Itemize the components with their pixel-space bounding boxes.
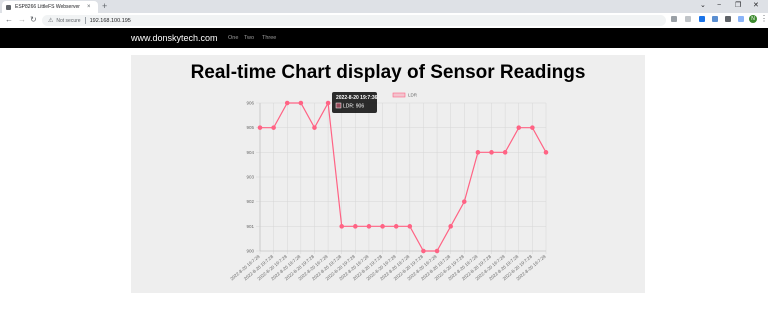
tab-title: ESP8266 LittleFS Webserver bbox=[15, 4, 80, 10]
extension-icon[interactable] bbox=[699, 16, 705, 22]
address-bar[interactable]: ⚠ Not secure 192.168.100.195 bbox=[42, 15, 666, 26]
data-point bbox=[366, 224, 372, 229]
browser-tab[interactable]: ESP8266 LittleFS Webserver × bbox=[2, 1, 98, 13]
data-point bbox=[530, 125, 535, 130]
browser-menu-icon[interactable]: ⋮ bbox=[760, 14, 768, 24]
y-tick-label: 905 bbox=[246, 125, 254, 130]
extension-globe-icon[interactable] bbox=[712, 16, 718, 22]
tooltip-label: LDR: 906 bbox=[343, 104, 364, 110]
y-tick-label: 902 bbox=[246, 199, 254, 204]
y-tick-label: 900 bbox=[246, 249, 254, 254]
data-point bbox=[271, 125, 276, 130]
data-point bbox=[489, 150, 494, 155]
site-brand-link[interactable]: www.donskytech.com bbox=[131, 33, 218, 43]
y-tick-label: 903 bbox=[246, 175, 254, 180]
y-tick-label: 906 bbox=[246, 101, 254, 106]
data-point bbox=[393, 224, 399, 229]
site-navbar: www.donskytech.com One Two Three bbox=[0, 28, 768, 48]
data-point bbox=[325, 100, 331, 106]
bookmark-star-icon[interactable] bbox=[685, 16, 691, 22]
new-tab-button[interactable]: + bbox=[102, 1, 107, 12]
data-point bbox=[475, 150, 481, 155]
data-point bbox=[502, 150, 508, 155]
page-icon bbox=[6, 4, 11, 10]
url-text[interactable]: 192.168.100.195 bbox=[90, 18, 131, 24]
profile-avatar[interactable]: N bbox=[749, 15, 757, 23]
data-point bbox=[380, 224, 385, 229]
data-point bbox=[284, 100, 290, 106]
sensor-line-chart[interactable]: 9009019029039049059062022-8-20 19:7:2820… bbox=[131, 55, 645, 293]
tooltip-title: 2022-8-20 19:7:36 bbox=[336, 95, 378, 101]
data-point bbox=[407, 224, 413, 229]
y-tick-label: 904 bbox=[246, 150, 254, 155]
nav-link-one[interactable]: One bbox=[228, 35, 238, 41]
legend-label: LDR bbox=[408, 93, 418, 98]
minimize-icon[interactable]: − bbox=[717, 1, 721, 11]
data-point bbox=[461, 199, 467, 204]
close-window-icon[interactable]: ✕ bbox=[753, 1, 759, 11]
data-point bbox=[434, 248, 440, 254]
close-tab-icon[interactable]: × bbox=[87, 4, 91, 10]
data-point bbox=[421, 248, 426, 254]
sidebar-icon[interactable] bbox=[738, 16, 744, 22]
nav-link-two[interactable]: Two bbox=[244, 35, 254, 41]
warning-icon[interactable]: ⚠ bbox=[48, 17, 53, 24]
data-point bbox=[516, 125, 522, 130]
data-point bbox=[448, 224, 453, 229]
forward-icon[interactable]: → bbox=[18, 15, 26, 25]
data-point bbox=[257, 125, 263, 130]
tooltip-swatch bbox=[335, 102, 342, 109]
not-secure-label[interactable]: Not secure bbox=[56, 18, 80, 24]
legend-swatch bbox=[392, 92, 406, 98]
address-divider bbox=[84, 17, 86, 24]
data-point bbox=[353, 224, 358, 229]
nav-link-three[interactable]: Three bbox=[262, 35, 276, 41]
browser-tab-strip: ESP8266 LittleFS Webserver × + ⌄ − ❐ ✕ bbox=[0, 0, 768, 13]
data-point bbox=[543, 150, 549, 155]
reload-icon[interactable]: ↻ bbox=[30, 15, 37, 25]
data-point bbox=[298, 100, 304, 106]
extensions-puzzle-icon[interactable] bbox=[725, 16, 731, 22]
y-tick-label: 901 bbox=[246, 224, 254, 229]
maximize-icon[interactable]: ❐ bbox=[735, 1, 741, 11]
browser-toolbar: ← → ↻ ⚠ Not secure 192.168.100.195 bbox=[0, 13, 768, 29]
tab-search-icon[interactable]: ⌄ bbox=[700, 1, 706, 11]
back-icon[interactable]: ← bbox=[5, 15, 13, 25]
share-icon[interactable] bbox=[671, 16, 677, 22]
data-point bbox=[339, 224, 345, 229]
data-point bbox=[312, 125, 317, 130]
